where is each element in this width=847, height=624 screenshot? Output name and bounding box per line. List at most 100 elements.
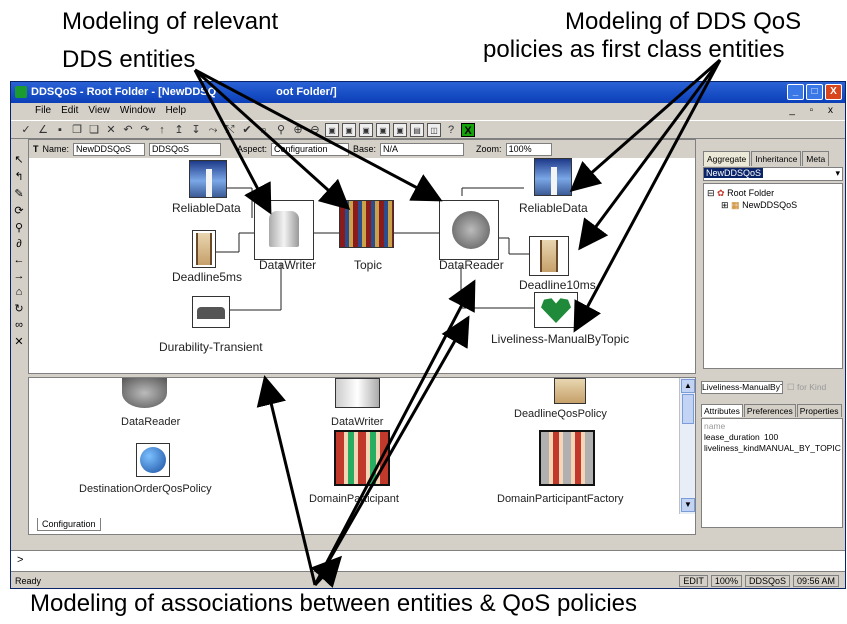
attr-row[interactable]: liveliness_kind MANUAL_BY_TOPIC (704, 443, 841, 454)
loop-icon[interactable]: ∞ (15, 319, 23, 331)
check-all-icon[interactable]: ✔ (240, 123, 254, 137)
topic-icon[interactable] (339, 200, 394, 248)
view-2-icon[interactable]: ▣ (342, 122, 356, 137)
tree-item-root[interactable]: ⊟ ✿ Root Folder (707, 187, 839, 199)
check-icon[interactable]: ✓ (19, 123, 33, 137)
globe-icon[interactable] (136, 443, 170, 477)
menu-edit[interactable]: Edit (61, 105, 78, 120)
view-6-icon[interactable]: ▤ (410, 122, 424, 137)
zoom-icon[interactable]: ⊕ (291, 123, 305, 137)
attr-header: name (704, 421, 726, 431)
console-prompt: > (17, 554, 24, 566)
pointer-icon[interactable]: ↖ (14, 153, 23, 166)
close-button[interactable]: X (825, 84, 842, 100)
save-icon[interactable]: ▪ (53, 123, 67, 137)
help-icon[interactable]: ? (444, 123, 458, 137)
attr-value[interactable]: 100 (764, 432, 778, 443)
datareader-icon[interactable] (439, 200, 499, 260)
scroll-down-icon[interactable]: ▼ (681, 498, 695, 512)
tab-preferences[interactable]: Preferences (743, 404, 796, 417)
participant-icon[interactable] (334, 430, 390, 486)
right-arrow-icon[interactable]: → (14, 270, 25, 282)
scroll-thumb[interactable] (682, 394, 694, 424)
set-icon[interactable]: ⟳ (14, 204, 23, 217)
menu-help[interactable]: Help (165, 105, 186, 120)
reliable-data-right-icon[interactable] (534, 158, 572, 196)
parts-browser: DataReader DataWriter DeadlineQosPolicy … (28, 377, 696, 535)
status-time: 09:56 AM (792, 575, 839, 587)
paste-icon[interactable]: ❏ (87, 123, 101, 137)
status-paradigm: DDSQoS (744, 575, 790, 587)
find-icon[interactable]: ⚲ (274, 123, 288, 137)
level-down-icon[interactable]: ↧ (189, 123, 203, 137)
excel-icon[interactable]: X (461, 122, 475, 137)
attr-row[interactable]: lease_duration 100 (704, 432, 840, 443)
connect-tool-icon[interactable]: ↰ (14, 170, 23, 183)
connect-icon[interactable]: ⤳ (206, 123, 220, 137)
console-input[interactable]: > (11, 550, 845, 572)
diagram-canvas[interactable]: ReliableData Deadline5ms DataWriter Topi… (29, 158, 695, 374)
deadline10-icon[interactable] (529, 236, 569, 276)
menu-bar: File Edit View Window Help _ ▫ x (11, 103, 845, 120)
name-field[interactable]: NewDDSQoS (73, 142, 146, 156)
up-icon[interactable]: ↑ (155, 123, 169, 137)
for-kind-checkbox[interactable]: ☐ for Kind (787, 382, 826, 393)
copy-icon[interactable]: ❐ (70, 123, 84, 137)
deadline5-icon[interactable] (192, 230, 216, 268)
durability-icon[interactable] (192, 296, 230, 328)
datawriter-icon[interactable] (254, 200, 314, 260)
scroll-up-icon[interactable]: ▲ (681, 379, 695, 393)
liveliness-icon[interactable] (534, 292, 578, 328)
tab-meta[interactable]: Meta (802, 151, 830, 166)
view-5-icon[interactable]: ▣ (393, 122, 407, 137)
menu-file[interactable]: File (35, 105, 51, 120)
undo-icon[interactable]: ↶ (121, 123, 135, 137)
tab-attributes[interactable]: Attributes (701, 404, 743, 417)
x-icon[interactable]: ✕ (14, 335, 23, 348)
datareader-part-icon[interactable] (122, 378, 167, 408)
view-7-icon[interactable]: ◫ (427, 122, 441, 137)
tab-inheritance[interactable]: Inheritance (751, 151, 802, 166)
deadline-part-icon[interactable] (554, 378, 586, 404)
draw-icon[interactable]: ✎ (14, 187, 23, 200)
redo-icon[interactable]: ↷ (138, 123, 152, 137)
label-datareader: DataReader (439, 258, 504, 272)
delete-icon[interactable]: ✕ (104, 123, 118, 137)
reliable-data-left-icon[interactable] (189, 160, 227, 198)
datawriter-part-icon[interactable] (335, 378, 380, 408)
refresh-icon[interactable]: ↻ (14, 302, 23, 315)
attr-value[interactable]: MANUAL_BY_TOPIC (759, 443, 841, 454)
pencil-icon[interactable]: ∠ (36, 123, 50, 137)
view-3-icon[interactable]: ▣ (359, 122, 373, 137)
level-up-icon[interactable]: ↥ (172, 123, 186, 137)
tree-item-newddsqos[interactable]: ⊞ ▦ NewDDSQoS (707, 199, 839, 211)
maximize-button[interactable]: □ (806, 84, 823, 100)
minimize-button[interactable]: _ (787, 84, 804, 100)
tab-aggregate[interactable]: Aggregate (703, 151, 751, 166)
model-icon: ▦ (731, 200, 740, 210)
status-text: Ready (15, 576, 42, 586)
zoom-select[interactable]: 100% (505, 142, 552, 156)
zoom-tool-icon[interactable]: ⚲ (15, 221, 23, 234)
menu-window[interactable]: Window (120, 105, 156, 120)
left-arrow-icon[interactable]: ← (14, 254, 25, 266)
search-icon[interactable]: ⌕ (257, 123, 271, 137)
browser-select[interactable]: NewDDSQoS ▾ (703, 167, 843, 181)
view-4-icon[interactable]: ▣ (376, 122, 390, 137)
parts-scrollbar[interactable]: ▲ ▼ (679, 378, 695, 514)
mdi-controls[interactable]: _ ▫ x (789, 105, 839, 116)
type-field: DDSQoS (149, 142, 222, 156)
factory-icon[interactable] (539, 430, 595, 486)
view-1-icon[interactable]: ▣ (325, 122, 339, 137)
home-icon[interactable]: ⌂ (16, 286, 23, 298)
disconnect-icon[interactable]: ⤲ (223, 123, 237, 137)
zoom-out-icon[interactable]: ⊖ (308, 123, 322, 137)
menu-view[interactable]: View (88, 105, 110, 120)
tab-configuration[interactable]: Configuration (37, 518, 101, 531)
aspect-select[interactable]: Configuration (271, 142, 350, 156)
tab-properties[interactable]: Properties (796, 404, 842, 417)
link-icon[interactable]: ∂ (16, 238, 21, 250)
attribute-object-select[interactable]: Liveliness-ManualByTopi (701, 381, 783, 394)
for-kind-label: for Kind (796, 382, 827, 392)
title-bar[interactable]: DDSQoS - Root Folder - [NewDDSQ oot Folde… (11, 82, 845, 103)
